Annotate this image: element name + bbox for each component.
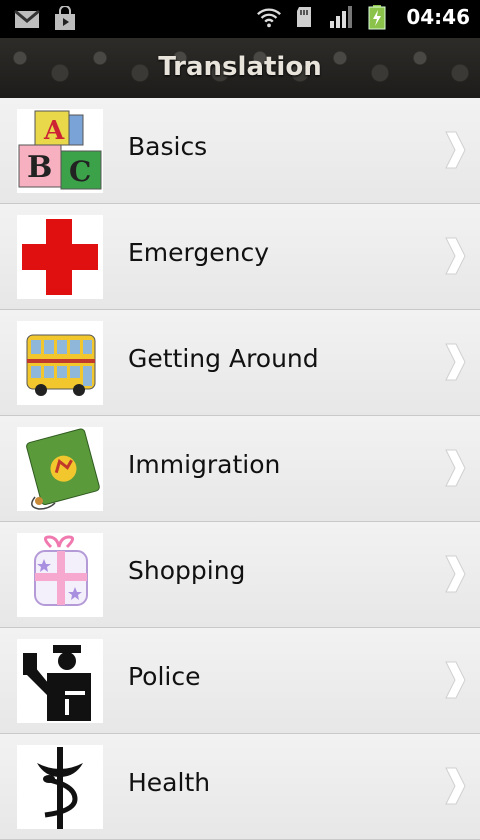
caduceus-icon [17,745,103,829]
signal-icon [330,6,353,28]
list-item-label: Emergency [128,238,270,267]
chevron-right-icon [445,237,466,275]
list-item-basics[interactable]: A B C Basics [0,98,480,204]
chevron-right-icon [445,449,466,487]
chevron-right-icon [445,767,466,805]
bus-icon [17,321,103,405]
category-list: A B C Basics Emergency Getting Around Im… [0,98,480,840]
list-item-label: Getting Around [128,344,319,373]
list-item-immigration[interactable]: Immigration [0,416,480,522]
status-bar: 04:46 [0,0,480,38]
svg-text:C: C [69,155,91,188]
clock: 04:46 [406,5,470,29]
abc-blocks-icon: A B C [17,109,103,193]
passport-icon [17,427,103,511]
chevron-right-icon [445,555,466,593]
svg-text:B: B [27,150,52,185]
sd-card-icon [297,7,312,27]
gift-box-icon [17,533,103,617]
battery-charging-icon [368,5,386,30]
wifi-icon [257,8,282,28]
list-item-emergency[interactable]: Emergency [0,204,480,310]
chevron-right-icon [445,343,466,381]
police-officer-icon [17,639,103,723]
store-bag-icon [55,6,75,30]
title-bar: Translation [0,38,480,100]
svg-text:A: A [43,116,65,146]
list-item-label: Immigration [128,450,281,479]
page-title: Translation [158,52,322,82]
list-item-getting-around[interactable]: Getting Around [0,310,480,416]
list-item-label: Shopping [128,556,246,585]
gmail-icon [14,9,40,28]
list-item-health[interactable]: Health [0,734,480,840]
list-item-police[interactable]: Police [0,628,480,734]
list-item-label: Health [128,768,211,797]
list-item-label: Basics [128,132,208,161]
list-item-label: Police [128,662,201,691]
red-cross-icon [17,215,103,299]
list-item-shopping[interactable]: Shopping [0,522,480,628]
chevron-right-icon [445,661,466,699]
chevron-right-icon [445,131,466,169]
